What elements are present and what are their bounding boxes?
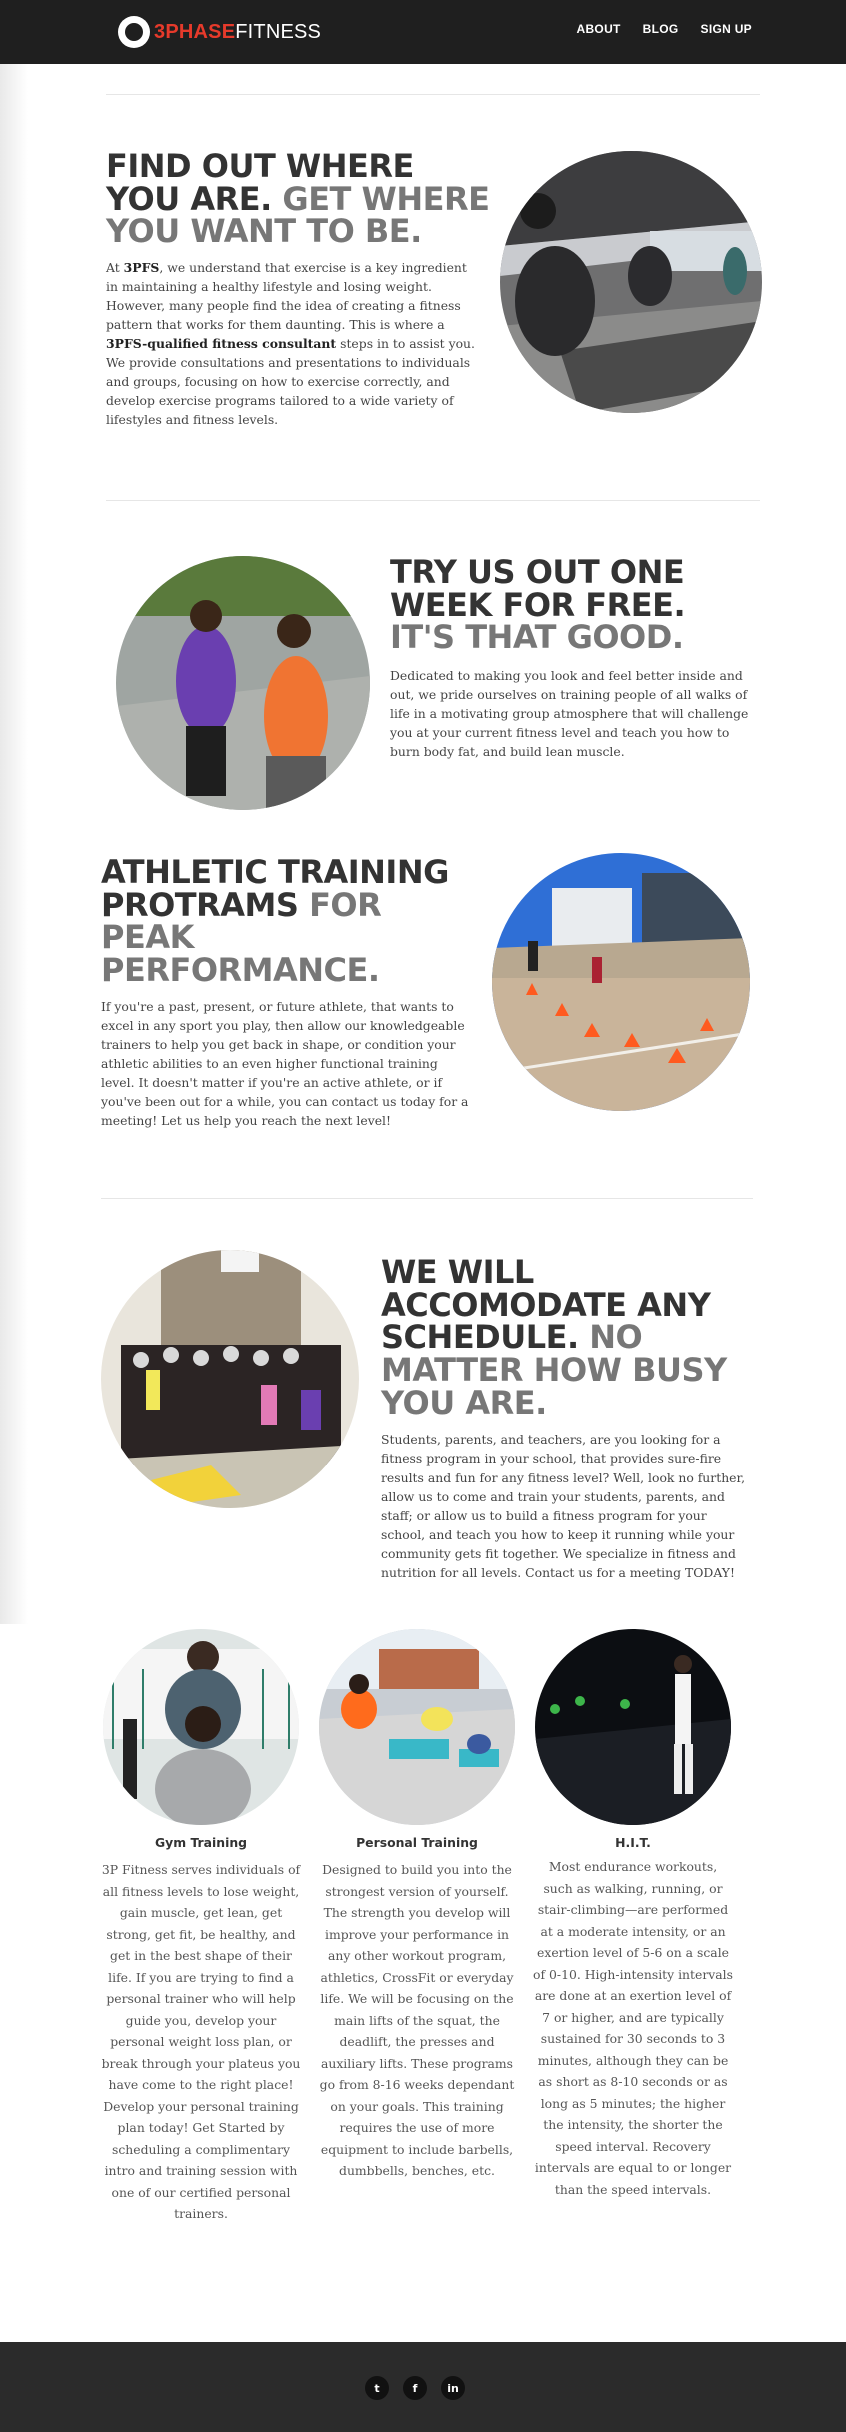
- main-nav: ABOUT BLOG SIGN UP: [577, 22, 753, 36]
- service-text-hit: Most endurance workouts, such as walking…: [533, 1859, 733, 2197]
- linkedin-icon[interactable]: in: [441, 2376, 465, 2400]
- photo-cone-agility-drill: [492, 853, 750, 1111]
- service-text-personal-training: Designed to build you into the strongest…: [319, 1862, 515, 2178]
- service-title-gym-training: Gym Training: [154, 1835, 248, 1850]
- divider: [106, 500, 760, 501]
- photo-hit-night-training: [535, 1629, 731, 1825]
- section4-paragraph: Students, parents, and teachers, are you…: [381, 1432, 746, 1580]
- section2-heading: TRY US OUT ONE WEEK FOR FREE. IT'S THAT …: [390, 553, 686, 657]
- service-title-hit: H.I.T.: [615, 1835, 651, 1850]
- section1-paragraph: At 3PFS, we understand that exercise is …: [106, 260, 475, 427]
- page: 3PHASEFITNESS ABOUT BLOG SIGN UP FIND OU…: [0, 0, 846, 2432]
- logo-wordmark: 3PHASEFITNESS: [154, 20, 322, 43]
- service-text-gym-training: 3P Fitness serves individuals of all fit…: [101, 1862, 301, 2221]
- section2-paragraph: Dedicated to making you look and feel be…: [390, 668, 749, 759]
- photo-school-group: [101, 1250, 359, 1508]
- nav-about-link[interactable]: ABOUT: [577, 22, 621, 36]
- service-title-personal-training: Personal Training: [356, 1835, 478, 1850]
- photo-outdoor-group-training: [116, 556, 370, 810]
- site-logo[interactable]: 3PHASEFITNESS: [118, 14, 321, 50]
- top-navbar: 3PHASEFITNESS ABOUT BLOG SIGN UP: [0, 0, 846, 64]
- divider: [106, 94, 760, 95]
- twitter-icon[interactable]: t: [365, 2376, 389, 2400]
- nav-signup-link[interactable]: SIGN UP: [701, 22, 752, 36]
- divider: [101, 1198, 753, 1199]
- photo-personal-training: [319, 1629, 515, 1825]
- section3-heading: ATHLETIC TRAINING PROTRAMS FOR PEAK PERF…: [101, 853, 449, 989]
- logo-emblem-icon: [118, 16, 150, 48]
- photo-gym-group-workout: [500, 151, 762, 413]
- section4-heading: WE WILL ACCOMODATE ANY SCHEDULE. NO MATT…: [381, 1253, 727, 1422]
- nav-blog-link[interactable]: BLOG: [643, 22, 679, 36]
- facebook-icon[interactable]: f: [403, 2376, 427, 2400]
- photo-gym-training: [103, 1629, 299, 1825]
- section3-paragraph: If you're a past, present, or future ath…: [101, 999, 469, 1128]
- left-shadow: [0, 64, 28, 1624]
- section1-heading: FIND OUT WHERE YOU ARE. GET WHERE YOU WA…: [106, 147, 490, 251]
